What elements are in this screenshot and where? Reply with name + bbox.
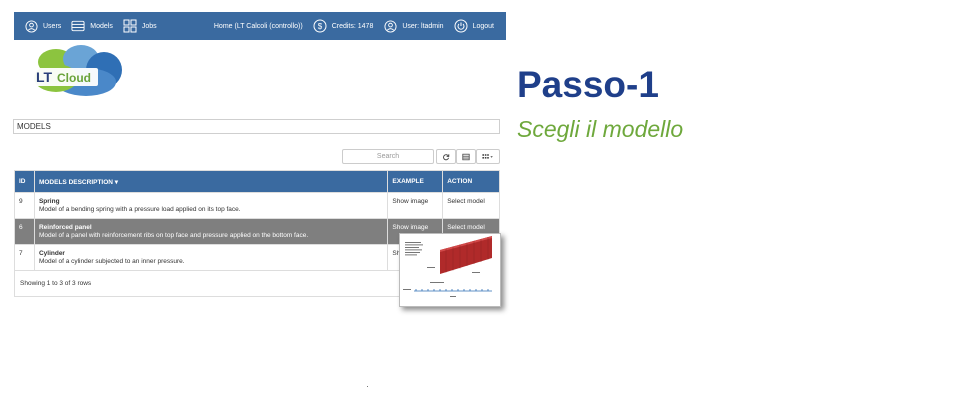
header-action: ACTION (447, 178, 473, 185)
row-description: Model of a panel with reinforcement ribs… (38, 232, 309, 239)
row-title: Spring (38, 198, 60, 205)
row-description: Model of a cylinder subjected to an inne… (38, 258, 185, 265)
row-id: 9 (15, 193, 35, 218)
nav-user[interactable]: User: ltadmin (383, 19, 444, 33)
nav-home[interactable]: Home (LT Calcoli (controllo)) (214, 23, 303, 30)
database-icon (71, 19, 85, 33)
row-description-cell: Spring Model of a bending spring with a … (35, 193, 389, 218)
table-row[interactable]: 9 Spring Model of a bending spring with … (15, 192, 499, 218)
columns-icon (481, 148, 495, 166)
show-image-link[interactable]: Show image (388, 193, 444, 218)
step-title: Passo-1 (517, 64, 659, 105)
grid-icon (123, 19, 137, 33)
list-icon (462, 148, 470, 166)
nav-jobs[interactable]: Jobs (123, 19, 157, 33)
refresh-icon (442, 148, 450, 166)
row-id: 7 (15, 245, 35, 270)
top-navbar: Users Models Jobs Home (LT Calcoli (cont… (14, 12, 506, 40)
step-subtitle: Scegli il modello (517, 116, 684, 142)
header-example: EXAMPLE (388, 171, 444, 192)
nav-users[interactable]: Users (24, 19, 61, 33)
models-section-header: MODELS (13, 119, 500, 134)
nav-home-label: Home (LT Calcoli (controllo)) (213, 22, 303, 30)
search-input[interactable]: Search (342, 149, 434, 164)
row-description-cell: Reinforced panel Model of a panel with r… (35, 219, 389, 244)
svg-text:LT: LT (36, 69, 53, 85)
ltcloud-logo: LT Cloud (26, 42, 126, 98)
row-description: Model of a bending spring with a pressur… (38, 206, 241, 213)
row-title: Cylinder (38, 250, 65, 257)
nav-jobs-label: Jobs (141, 22, 157, 30)
nav-credits-label: Credits: 1478 (331, 22, 374, 30)
user-icon (24, 19, 38, 33)
nav-credits: $ Credits: 1478 (313, 19, 374, 33)
header-description[interactable]: MODELS DESCRIPTION ▾ (35, 171, 389, 192)
row-description-cell: Cylinder Model of a cylinder subjected t… (35, 245, 389, 270)
svg-text:$: $ (317, 22, 322, 31)
nav-user-label: User: ltadmin (402, 22, 444, 30)
row-title: Reinforced panel (38, 224, 92, 231)
nav-users-label: Users (43, 22, 62, 30)
dollar-icon: $ (313, 19, 327, 33)
columns-dropdown-button[interactable] (476, 149, 500, 164)
select-model-link[interactable]: Select model (443, 193, 499, 218)
refresh-button[interactable] (436, 149, 456, 164)
nav-logout-label: Logout (472, 22, 494, 30)
table-header: ID MODELS DESCRIPTION ▾ EXAMPLE ACTION (15, 171, 499, 192)
power-icon (454, 19, 468, 33)
row-id: 6 (15, 219, 35, 244)
nav-models[interactable]: Models (71, 19, 113, 33)
stray-dot (367, 386, 368, 387)
nav-models-label: Models (90, 22, 113, 30)
nav-logout[interactable]: Logout (454, 19, 494, 33)
account-icon (383, 19, 397, 33)
example-image-preview (399, 233, 501, 307)
toggle-view-button[interactable] (456, 149, 476, 164)
header-id[interactable]: ID (15, 171, 35, 192)
svg-text:Cloud: Cloud (57, 71, 91, 85)
